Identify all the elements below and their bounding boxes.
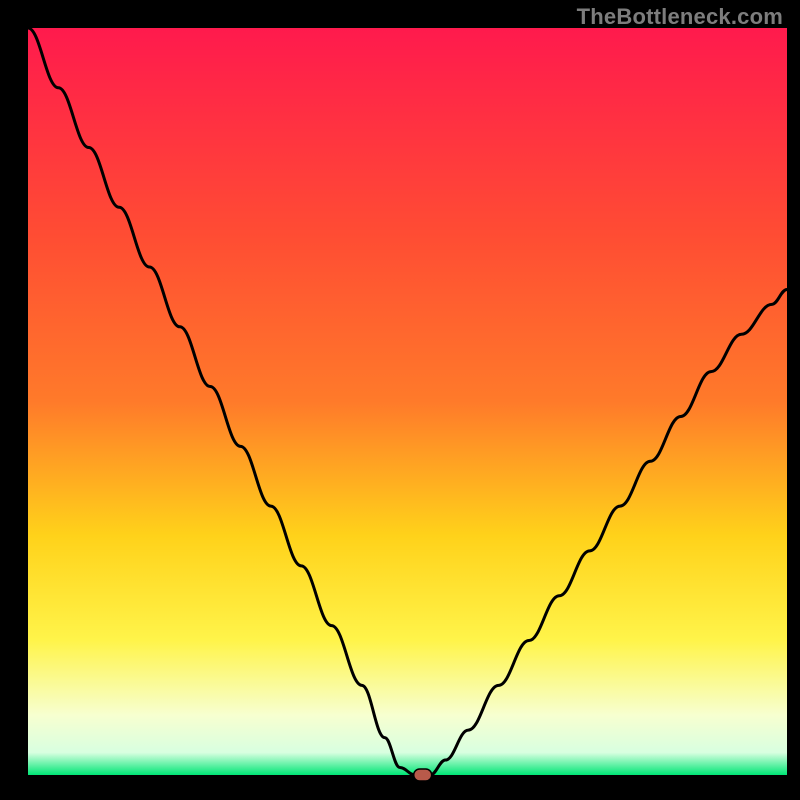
optimum-marker [414,769,432,781]
watermark-text: TheBottleneck.com [577,4,783,30]
bottleneck-chart [0,0,800,800]
chart-frame: TheBottleneck.com [0,0,800,800]
